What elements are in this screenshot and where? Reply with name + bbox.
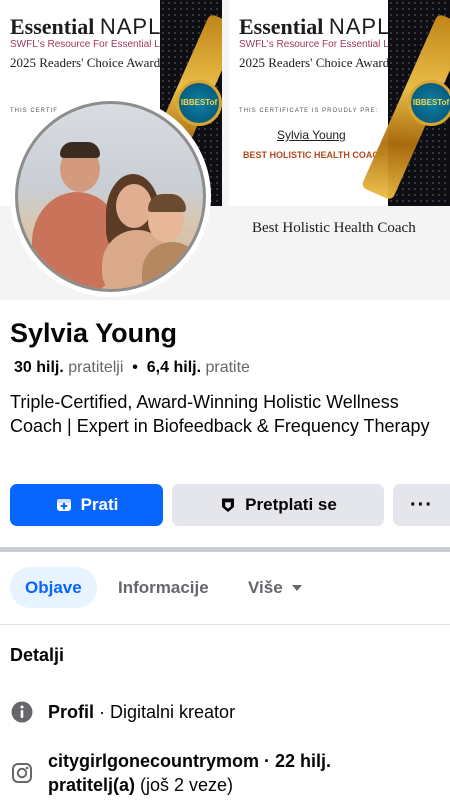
details-heading: Detalji — [10, 645, 65, 665]
followers-link[interactable]: 30 hilj. pratitelji — [14, 359, 123, 376]
following-count: 6,4 hilj. — [146, 359, 202, 376]
award-seal-icon: IBBESTof — [176, 80, 222, 126]
followers-count: 30 hilj. — [14, 359, 64, 376]
section-divider — [0, 547, 450, 552]
tab-more[interactable]: Više — [248, 567, 303, 608]
certificate-small-text: THIS CERTIFICATE IS PROUDLY PRE: — [239, 108, 379, 114]
photo-figure — [148, 194, 186, 212]
tabs-divider — [0, 624, 450, 625]
certificate-award: BEST HOLISTIC HEALTH COACH — [243, 150, 386, 160]
detail-profile-row: Profil · Digitalni kreator — [10, 700, 235, 724]
subscribe-label: Pretplati se — [245, 495, 337, 514]
awards-title: 2025 Readers' Choice Awards — [10, 55, 166, 70]
subscribe-button[interactable]: Pretplati se — [172, 484, 384, 526]
shield-icon — [219, 496, 237, 514]
photo-figure — [116, 184, 152, 228]
photo-figure — [142, 242, 202, 289]
profile-bio: Triple-Certified, Award-Winning Holistic… — [10, 392, 430, 436]
instagram-link[interactable]: citygirlgonecountrymom — [48, 751, 259, 771]
tab-posts[interactable]: Objave — [10, 567, 97, 608]
brand-essential: Essential — [10, 14, 95, 39]
follow-label: Prati — [80, 495, 119, 514]
tab-more-label: Više — [248, 577, 283, 597]
detail-instagram-row: citygirlgonecountrymom · 22 hilj. pratit… — [10, 749, 418, 797]
caret-down-icon — [291, 584, 303, 592]
info-icon — [10, 700, 34, 724]
profile-stats: 30 hilj. pratitelji • 6,4 hilj. pratite — [14, 359, 250, 377]
follow-button[interactable]: Prati — [10, 484, 163, 526]
tab-posts-label: Objave — [25, 577, 82, 597]
magazine-tagline: SWFL's Resource For Essential Living — [239, 39, 410, 50]
stats-separator: • — [132, 359, 138, 376]
followers-label: pratitelji — [68, 359, 124, 376]
certificate-recipient: Sylvia Young — [277, 128, 346, 142]
profile-type-label: Profil — [48, 702, 95, 722]
photo-figure — [60, 142, 100, 158]
following-link[interactable]: 6,4 hilj. pratite — [147, 359, 250, 376]
certificate-small-text: THIS CERTIF — [10, 108, 58, 114]
detail-instagram-text: citygirlgonecountrymom · 22 hilj. pratit… — [48, 749, 418, 797]
award-seal-icon: IBBESTof — [408, 80, 450, 126]
cover-caption: Best Holistic Health Coach — [252, 220, 416, 236]
more-options-button[interactable]: ··· — [393, 484, 450, 526]
add-user-icon — [55, 496, 73, 514]
avatar-photo — [15, 101, 206, 292]
tab-info[interactable]: Informacije — [118, 567, 209, 608]
following-label: pratite — [205, 359, 250, 376]
profile-type-value: · Digitalni kreator — [94, 702, 236, 722]
awards-title: 2025 Readers' Choice Awards — [239, 55, 395, 70]
profile-avatar[interactable] — [10, 96, 211, 297]
instagram-extra-links[interactable]: (još 2 veze) — [135, 775, 233, 795]
more-options-icon: ··· — [410, 493, 433, 516]
instagram-icon — [10, 761, 34, 785]
profile-name: Sylvia Young — [10, 318, 178, 348]
tab-info-label: Informacije — [118, 577, 209, 597]
brand-essential: Essential — [239, 14, 324, 39]
magazine-tagline: SWFL's Resource For Essential Living — [10, 39, 181, 50]
detail-profile-text: Profil · Digitalni kreator — [48, 700, 235, 724]
